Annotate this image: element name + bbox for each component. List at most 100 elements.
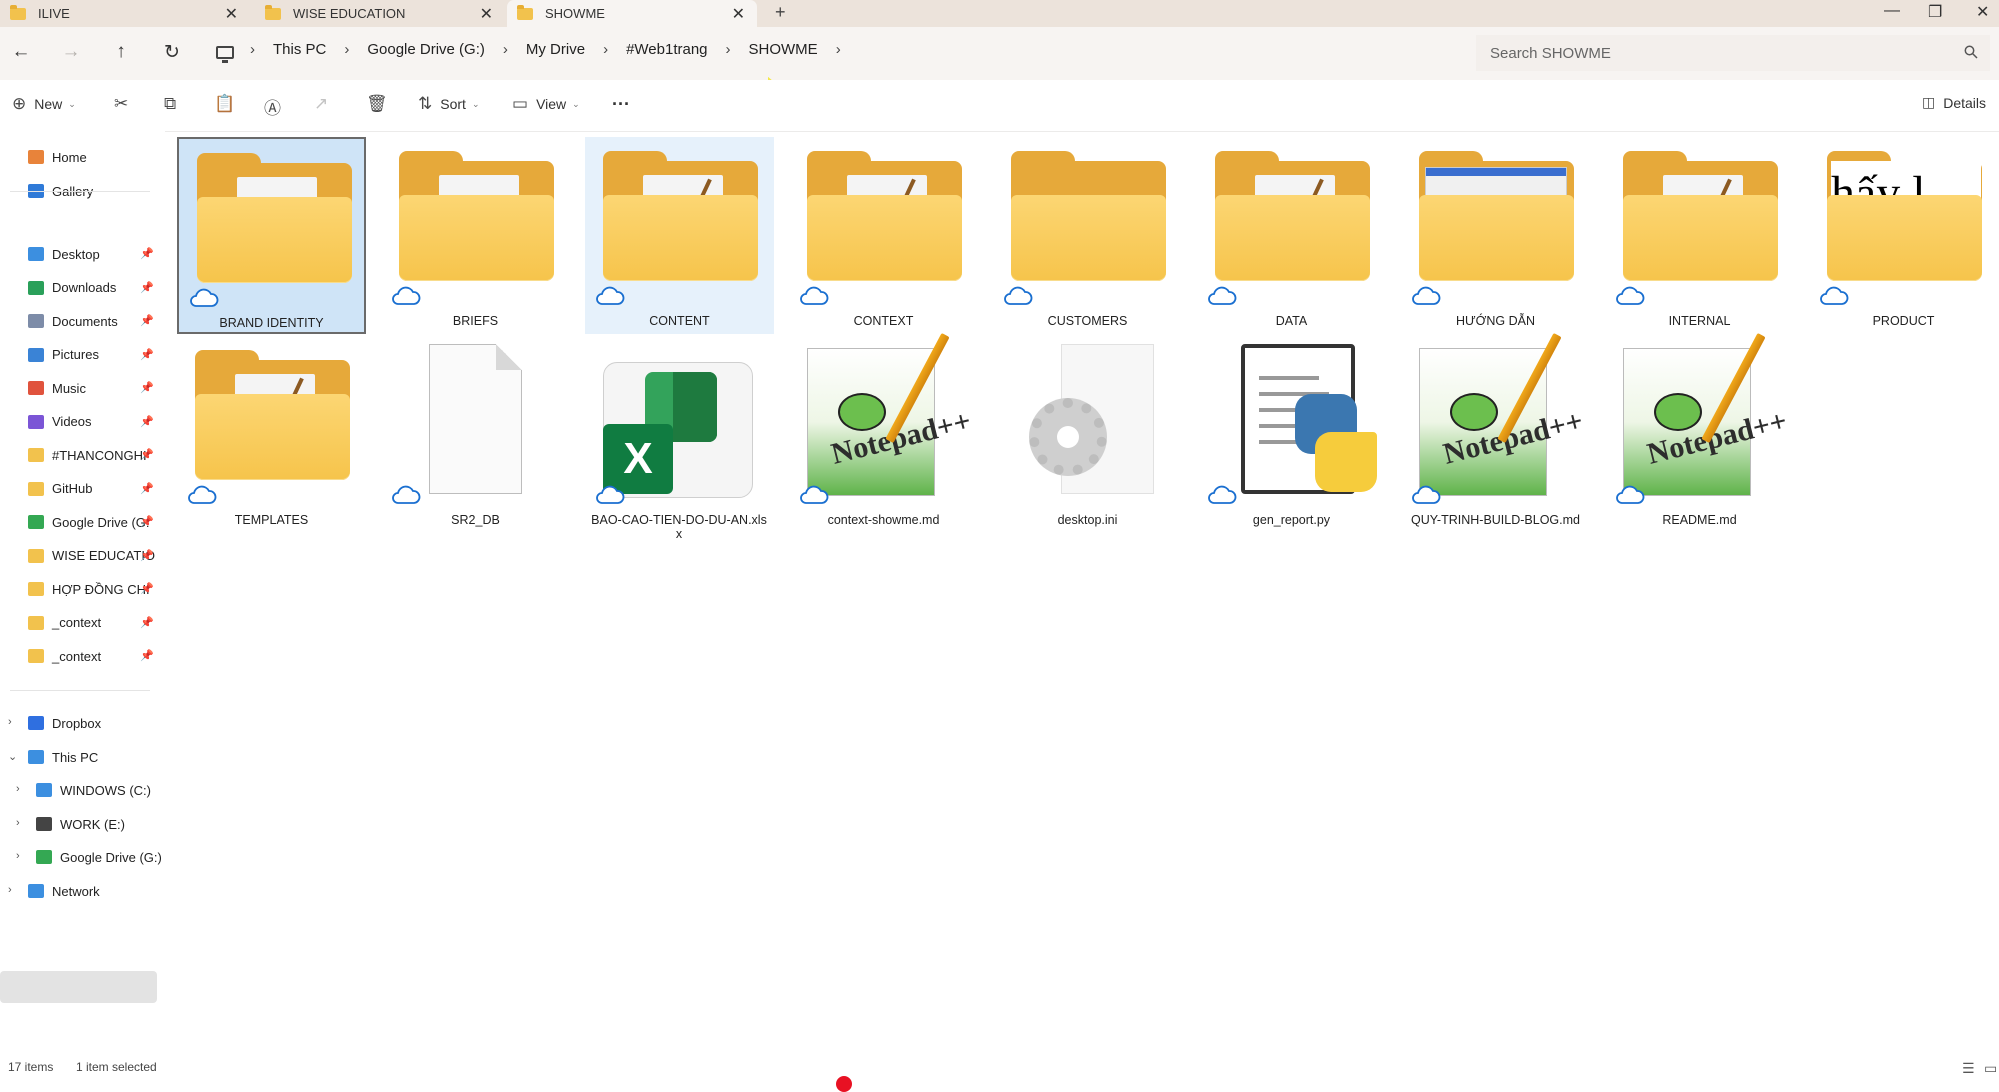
sidebar-item-windows-c[interactable]: WINDOWS (C:)	[36, 778, 151, 802]
pin-icon[interactable]: 📌	[140, 314, 154, 327]
sidebar-item-h-p-ng-chi[interactable]: HỢP ĐỒNG CHI	[28, 577, 150, 601]
close-tab-icon[interactable]: ✕	[480, 4, 493, 24]
breadcrumb-my-drive[interactable]: My Drive	[526, 41, 585, 58]
sidebar-item-dropbox[interactable]: Dropbox	[28, 711, 101, 735]
expand-chevron-icon[interactable]: ›	[16, 817, 20, 829]
sidebar-item-context[interactable]: _context	[28, 611, 101, 635]
minimize-button[interactable]: —	[1884, 2, 1900, 20]
sidebar-item-music[interactable]: Music	[28, 376, 86, 400]
new-tab-button[interactable]: +	[775, 2, 786, 23]
pin-icon[interactable]: 📌	[140, 448, 154, 461]
list-view-icon[interactable]: ☰	[1962, 1060, 1975, 1077]
search-box[interactable]: Search SHOWME	[1476, 35, 1990, 71]
file-bao-cao-xlsx[interactable]: X BAO-CAO-TIEN-DO-DU-AN.xlsx	[585, 336, 774, 541]
pin-icon[interactable]: 📌	[140, 582, 154, 595]
rename-icon[interactable]: Ⓐ	[264, 94, 281, 119]
pin-icon[interactable]: 📌	[140, 616, 154, 629]
refresh-button[interactable]: ↻	[159, 41, 185, 64]
file-desktop-ini[interactable]: desktop.ini	[993, 336, 1182, 533]
details-button[interactable]: ◫ Details	[1922, 94, 1986, 111]
view-button[interactable]: ▭ View ⌄	[512, 94, 580, 114]
folder-briefs[interactable]: BRIEFS	[381, 137, 570, 334]
sidebar-item-videos[interactable]: Videos	[28, 410, 92, 434]
tab-showme[interactable]: SHOWME ✕	[507, 0, 757, 27]
pin-icon[interactable]: 📌	[140, 348, 154, 361]
sidebar-item-google-drive-g[interactable]: Google Drive (G:	[28, 510, 150, 534]
sidebar-item-google-drive-g[interactable]: Google Drive (G:)	[36, 845, 162, 869]
cut-icon[interactable]: ✂	[114, 94, 128, 114]
file-readme-md[interactable]: Notepad++ README.md	[1605, 332, 1794, 533]
pin-icon[interactable]: 📌	[140, 549, 154, 562]
close-tab-icon[interactable]: ✕	[732, 4, 745, 24]
expand-chevron-icon[interactable]: ›	[16, 850, 20, 862]
tab-wise-education[interactable]: WISE EDUCATION ✕	[255, 0, 505, 27]
sidebar-item-github[interactable]: GitHub	[28, 477, 92, 501]
folder-icon	[28, 481, 44, 496]
restore-button[interactable]: ❐	[1928, 2, 1942, 22]
sidebar-item-label: HỢP ĐỒNG CHI	[52, 581, 150, 597]
forward-button[interactable]: →	[58, 41, 84, 63]
more-options-button[interactable]: ···	[612, 94, 630, 115]
file-quy-trinh-build-blog-md[interactable]: Notepad++ QUY-TRINH-BUILD-BLOG.md	[1401, 332, 1590, 533]
up-button[interactable]: ↑	[108, 41, 134, 63]
breadcrumb-separator[interactable]: ›	[503, 41, 508, 58]
sidebar-item-work-e[interactable]: WORK (E:)	[36, 812, 125, 836]
folder-huong-dan[interactable]: HƯỚNG DẪN	[1401, 137, 1590, 334]
sidebar-item-home[interactable]: Home	[28, 145, 87, 169]
sidebar-item-wise-educatio[interactable]: WISE EDUCATIO	[28, 544, 155, 568]
folder-data[interactable]: DATA	[1197, 137, 1386, 334]
pin-icon[interactable]: 📌	[140, 381, 154, 394]
sidebar-item-downloads[interactable]: Downloads	[28, 276, 116, 300]
sidebar-item-desktop[interactable]: Desktop	[28, 242, 100, 266]
sidebar-item-context[interactable]: _context	[28, 644, 101, 668]
pin-icon[interactable]: 📌	[140, 649, 154, 662]
folder-templates[interactable]: TEMPLATES	[177, 336, 366, 533]
search-icon[interactable]	[1964, 45, 1978, 59]
tab-ilive[interactable]: ILIVE ✕	[0, 0, 250, 27]
delete-icon[interactable]: 🗑	[366, 94, 388, 114]
tiles-view-icon[interactable]: ▭	[1984, 1060, 1997, 1077]
pin-icon[interactable]: 📌	[140, 247, 154, 260]
breadcrumb-web1trang[interactable]: #Web1trang	[626, 41, 707, 58]
pin-icon[interactable]: 📌	[140, 415, 154, 428]
paste-icon[interactable]: 📋	[214, 94, 235, 114]
pin-icon[interactable]: 📌	[140, 515, 154, 528]
breadcrumb-google-drive[interactable]: Google Drive (G:)	[367, 41, 485, 58]
sidebar-item-documents[interactable]: Documents	[28, 309, 118, 333]
expand-chevron-icon[interactable]: ⌄	[8, 750, 17, 763]
breadcrumb-separator[interactable]: ›	[603, 41, 608, 58]
pin-icon[interactable]: 📌	[140, 482, 154, 495]
file-context-showme-md[interactable]: Notepad++ context-showme.md	[789, 332, 978, 533]
expand-chevron-icon[interactable]: ›	[8, 716, 12, 728]
back-button[interactable]: ←	[8, 41, 34, 63]
sidebar-item-network[interactable]: Network	[28, 879, 100, 903]
close-tab-icon[interactable]: ✕	[225, 4, 238, 24]
sidebar-item-thanconghi[interactable]: #THANCONGHI	[28, 443, 147, 467]
sidebar-item-this-pc[interactable]: This PC	[28, 745, 98, 769]
pin-icon[interactable]: 📌	[140, 281, 154, 294]
folder-context[interactable]: CONTEXT	[789, 137, 978, 334]
copy-icon[interactable]: ⧉	[164, 94, 176, 114]
breadcrumb-separator[interactable]: ›	[726, 41, 731, 58]
folder-content[interactable]: CONTENT	[585, 137, 774, 334]
breadcrumb-separator[interactable]: ›	[344, 41, 349, 58]
close-window-button[interactable]: ✕	[1976, 2, 1989, 22]
breadcrumb-showme[interactable]: SHOWME	[749, 41, 818, 58]
expand-chevron-icon[interactable]: ›	[16, 783, 20, 795]
sort-button[interactable]: ⇅ Sort ⌄	[418, 94, 479, 114]
sidebar-item-pictures[interactable]: Pictures	[28, 343, 99, 367]
folder-product[interactable]: hấy l PRODUCT	[1809, 137, 1998, 334]
file-gen-report-py[interactable]: gen_report.py	[1197, 336, 1386, 533]
file-sr2-db[interactable]: SR2_DB	[381, 336, 570, 533]
folder-icon	[28, 615, 44, 630]
folder-internal[interactable]: INTERNAL	[1605, 137, 1794, 334]
folder-brand-identity[interactable]: BRAND IDENTITY	[177, 137, 366, 334]
breadcrumb-this-pc[interactable]: This PC	[273, 41, 326, 58]
expand-chevron-icon[interactable]: ›	[8, 884, 12, 896]
new-button[interactable]: ⊕ New ⌄	[12, 94, 76, 114]
breadcrumb-separator[interactable]: ›	[836, 41, 841, 58]
share-icon[interactable]: ↗	[314, 94, 328, 114]
pc-icon[interactable]	[216, 46, 234, 63]
breadcrumb-separator[interactable]: ›	[250, 41, 255, 58]
folder-customers[interactable]: CUSTOMERS	[993, 137, 1182, 334]
